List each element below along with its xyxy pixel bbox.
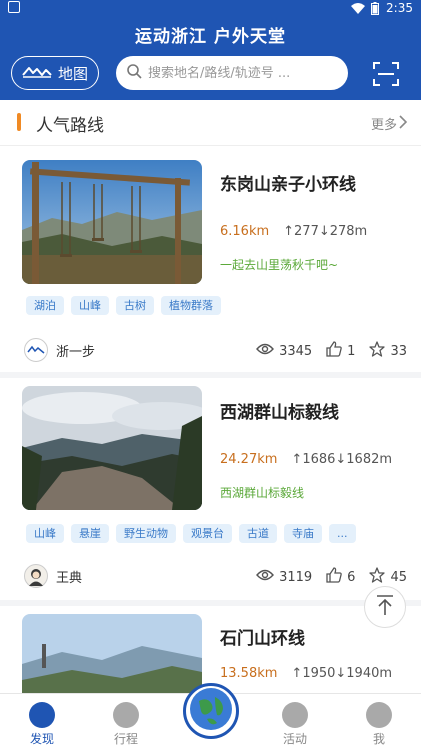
tab-activity[interactable]: 活动 [270, 702, 320, 747]
more-label: 更多 [370, 118, 397, 133]
search-icon [126, 63, 142, 83]
star-icon[interactable] [369, 341, 386, 361]
tab-label: 活动 [282, 732, 307, 746]
route-metrics: 3345 1 33 [256, 341, 407, 361]
status-bar: 2:35 [0, 0, 421, 18]
star-icon[interactable] [369, 567, 386, 587]
search-bar[interactable] [116, 56, 348, 90]
tab-label: 我 [372, 732, 385, 746]
tab-me[interactable]: 我 [354, 702, 404, 747]
scan-qr-icon[interactable] [372, 60, 400, 88]
route-author[interactable]: 浙一步 [24, 338, 95, 362]
route-description: 一起去山里荡秋千吧~ [220, 258, 339, 272]
route-tag[interactable]: 山峰 [71, 296, 109, 315]
app-title: 运动浙江 户外天堂 [135, 27, 286, 47]
route-distance: 6.16km [220, 224, 270, 239]
route-tags: 湖泊 山峰 古树 植物群落 [26, 296, 221, 315]
route-elevation: ↑1950↓1940m [291, 666, 393, 681]
route-stats: 6.16km ↑277↓278m [220, 224, 367, 239]
scroll-to-top-button[interactable] [364, 586, 406, 628]
route-description: 西湖群山标毅线 [220, 486, 305, 500]
route-card[interactable]: 西湖群山标毅线 24.27km ↑1686↓1682m 西湖群山标毅线 山峰 悬… [0, 378, 421, 600]
thumbs-up-icon[interactable] [326, 567, 342, 587]
center-globe-button[interactable] [183, 683, 239, 739]
map-route-icon [22, 64, 52, 82]
discover-planet-icon [29, 702, 55, 728]
status-icons [351, 2, 379, 18]
route-stats: 24.27km ↑1686↓1682m [220, 452, 392, 467]
route-thumbnail[interactable] [22, 614, 202, 693]
route-tag[interactable]: 野生动物 [116, 524, 176, 543]
search-input[interactable] [148, 65, 338, 81]
route-tag[interactable]: 观景台 [183, 524, 232, 543]
route-elevation: ↑277↓278m [283, 224, 368, 239]
navigation-arrow-icon [113, 702, 139, 728]
globe-icon [189, 687, 233, 735]
route-thumbnail[interactable] [22, 386, 202, 510]
route-name: 西湖群山标毅线 [220, 403, 339, 423]
favorite-count: 45 [390, 569, 407, 585]
like-count: 6 [347, 569, 356, 585]
tab-label: 发现 [29, 732, 54, 746]
tab-discover[interactable]: 发现 [17, 702, 67, 747]
more-link[interactable]: 更多 [370, 114, 408, 133]
user-icon [366, 702, 392, 728]
thumbs-up-icon[interactable] [326, 341, 342, 361]
author-name: 王典 [56, 570, 83, 586]
map-button-label: 地图 [57, 64, 88, 83]
wifi-icon [351, 3, 365, 17]
route-tag[interactable]: 山峰 [26, 524, 64, 543]
avatar [24, 338, 48, 362]
app-notification-icon [8, 1, 20, 13]
route-author[interactable]: 王典 [24, 564, 82, 588]
author-name: 浙一步 [56, 344, 96, 360]
route-stats: 13.58km ↑1950↓1940m [220, 666, 392, 681]
map-button[interactable]: 地图 [11, 56, 99, 90]
route-tag[interactable]: 悬崖 [71, 524, 109, 543]
route-tag[interactable]: 古道 [239, 524, 277, 543]
route-tag[interactable]: 古树 [116, 296, 154, 315]
route-tag[interactable]: 寺庙 [284, 524, 322, 543]
popular-routes-header: 人气路线 更多 [0, 100, 421, 146]
battery-icon [371, 2, 379, 18]
tab-trip[interactable]: 行程 [101, 702, 151, 747]
route-thumbnail[interactable] [22, 160, 202, 284]
route-name: 东岗山亲子小环线 [220, 175, 356, 195]
route-distance: 13.58km [220, 666, 278, 681]
clock: 2:35 [386, 1, 413, 15]
route-tag[interactable]: 植物群落 [161, 296, 221, 315]
section-title: 人气路线 [36, 116, 104, 136]
arrow-up-icon [375, 594, 395, 620]
route-tag[interactable]: 湖泊 [26, 296, 64, 315]
route-elevation: ↑1686↓1682m [291, 452, 393, 467]
chevron-right-icon [399, 114, 408, 133]
like-count: 1 [347, 343, 356, 359]
route-card[interactable]: 东岗山亲子小环线 6.16km ↑277↓278m 一起去山里荡秋千吧~ 湖泊 … [0, 146, 421, 372]
view-count: 3119 [279, 569, 313, 585]
flag-icon [282, 702, 308, 728]
eye-icon [256, 343, 275, 359]
route-metrics: 3119 6 45 [256, 567, 407, 587]
route-tags: 山峰 悬崖 野生动物 观景台 古道 寺庙 ... [26, 524, 356, 543]
avatar [24, 564, 48, 588]
route-card[interactable]: 石门山环线 13.58km ↑1950↓1940m [0, 606, 421, 693]
route-tag-more[interactable]: ... [329, 524, 356, 543]
section-accent-bar [17, 113, 21, 131]
view-count: 3345 [279, 343, 313, 359]
tab-label: 行程 [113, 732, 138, 746]
route-name: 石门山环线 [220, 629, 305, 649]
route-distance: 24.27km [220, 452, 278, 467]
app-header: 运动浙江 户外天堂 地图 [0, 18, 421, 100]
eye-icon [256, 569, 275, 585]
favorite-count: 33 [390, 343, 407, 359]
